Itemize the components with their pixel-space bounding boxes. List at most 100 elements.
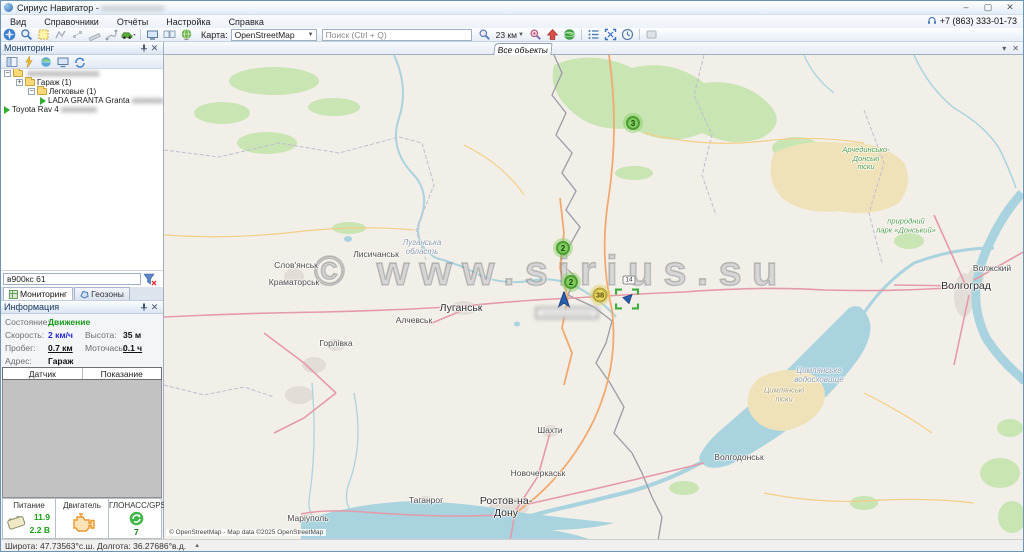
sidebar-tabs: Мониторинг Геозоны [1,287,163,301]
polygon-tool-icon[interactable] [53,28,68,41]
tree-item-label-redacted: xxxxxxxxxxxxxxxxxx [25,69,99,78]
window-title: Сириус Навигатор - [17,3,99,13]
search-go-icon[interactable] [477,28,492,41]
split-screen-icon[interactable] [162,28,177,41]
monitoring-tab-icon [9,290,18,299]
map-marker-cluster-green[interactable]: 2 [564,275,578,289]
menu-view[interactable]: Вид [1,17,35,27]
window-title-redacted: xxxxxxxxxxxxxx [101,3,164,13]
engine-label: Двигатель [56,501,108,510]
menu-directories[interactable]: Справочники [35,17,108,27]
home-icon[interactable] [545,28,560,41]
tab-geozones-label: Геозоны [91,289,124,299]
tab-geozones[interactable]: Геозоны [74,287,130,300]
height-value: 35 м [123,330,141,340]
earth-icon[interactable] [562,28,577,41]
menu-help[interactable]: Справка [220,17,273,27]
tracking-icon[interactable] [72,55,87,68]
folder-icon [37,88,47,95]
map-marker-badge[interactable]: 14 [623,276,636,285]
zoom-in-icon[interactable] [528,28,543,41]
tree-item[interactable]: LADA GRANTA Granta xxxxxxxx [1,96,163,105]
monitoring-toolbar [1,55,163,69]
map-scale-value: 23 км [496,30,517,40]
menu-reports[interactable]: Отчёты [108,17,157,27]
tree-expander[interactable]: − [4,70,11,77]
globe-icon[interactable] [179,28,194,41]
tab-close-icon[interactable]: ✕ [1012,44,1019,53]
support-phone-number: +7 (863) 333-01-73 [940,16,1017,26]
headset-icon [927,16,937,26]
map-marker-cluster-yellow[interactable]: 38 [593,288,608,303]
map-marker-target[interactable] [615,289,639,310]
menu-settings[interactable]: Настройка [157,17,219,27]
application-window: Сириус Навигатор - xxxxxxxxxxxxxx – ▢ ✕ … [0,0,1024,552]
tree-item[interactable]: Toyota Rav 4 xxxxxxxxx [1,105,163,114]
tab-list-dropdown-icon[interactable]: ▾ [1002,44,1006,53]
sensor-table-body [2,380,162,498]
layout-icon[interactable] [4,55,19,68]
map-marker-nav-arrow[interactable] [558,292,571,309]
close-icon[interactable]: ✕ [149,43,160,54]
monitoring-sidebar: Мониторинг ✕ − xxxxxxxxxxxxxxxxxx+Гараж … [1,42,164,539]
chevron-down-icon[interactable]: ▲ [194,543,200,549]
fullscreen-icon[interactable] [603,28,618,41]
map-markers: 3 2 2 38 xxxxxxxxxxxxxx 14 [164,55,1024,541]
search-input[interactable] [322,29,472,41]
pin-icon[interactable] [138,302,149,313]
close-button[interactable]: ✕ [999,1,1021,14]
route-tool-icon[interactable] [104,28,119,41]
screens-icon[interactable] [145,28,160,41]
hours-value[interactable]: 0.1 ч [123,343,142,353]
monitor-icon[interactable] [55,55,70,68]
info-panel-title: Информация [4,302,59,312]
chevron-down-icon: ▼ [518,32,524,38]
map-marker-plate[interactable]: xxxxxxxxxxxxxx [536,308,598,319]
map-marker-cluster-green[interactable]: 2 [556,241,570,255]
filter-row [1,271,163,287]
engine-icon [70,512,96,532]
zoom-search-icon[interactable] [19,28,34,41]
plate-filter-input[interactable] [3,273,141,285]
reading-column-header[interactable]: Показание [83,368,162,379]
state-value: Движение [48,317,90,327]
map-provider-select[interactable]: OpenStreetMap ▼ [231,29,317,41]
tree-item-label-redacted: xxxxxxxx [130,96,163,105]
tree-item-label-redacted: xxxxxxxxx [59,105,97,114]
close-icon[interactable]: ✕ [149,302,160,313]
geozones-tab-icon [80,290,89,299]
map-scale-select[interactable]: 23 км ▼ [496,30,524,40]
tree-expander[interactable]: − [28,88,35,95]
maximize-button[interactable]: ▢ [977,1,999,14]
ruler-tool-icon[interactable] [87,28,102,41]
tree-item[interactable]: +Гараж (1) [1,78,163,87]
sensor-column-header[interactable]: Датчик [3,368,83,379]
pin-icon[interactable] [138,43,149,54]
filter-funnel-icon[interactable] [142,273,157,286]
settings-disabled-icon[interactable] [644,28,659,41]
power-label: Питание [3,501,55,510]
lightning-icon[interactable] [21,55,36,68]
object-list-icon[interactable] [586,28,601,41]
select-area-icon[interactable] [36,28,51,41]
main-toolbar: Карта: OpenStreetMap ▼ 23 км ▼ [1,28,1023,42]
vehicle-icon[interactable] [121,28,136,41]
node-tool-icon[interactable] [70,28,85,41]
tab-monitoring[interactable]: Мониторинг [3,287,73,300]
map-canvas[interactable]: © www.sirius.su Слов'янськКраматорськЛис… [164,55,1024,541]
tree-expander[interactable]: + [16,79,23,86]
address-label: Адрес: [5,356,32,366]
history-clock-icon[interactable] [620,28,635,41]
globe-icon[interactable] [38,55,53,68]
speed-label: Скорость: [5,330,44,340]
map-marker-cluster-green[interactable]: 3 [626,116,640,130]
monitoring-panel-title: Мониторинг [4,43,54,53]
mileage-value[interactable]: 0.7 км [48,343,73,353]
map-source-label: Карта: [201,30,228,40]
tree-item[interactable]: −Легковые (1) [1,87,163,96]
tab-all-objects[interactable]: Все объекты [493,43,552,55]
navigation-icon[interactable] [2,28,17,41]
minimize-button[interactable]: – [955,1,977,14]
info-panel-header: Информация ✕ [1,301,163,314]
coordinates-text: Широта: 47.73563°с.ш. Долгота: 36.27686°… [5,541,186,551]
